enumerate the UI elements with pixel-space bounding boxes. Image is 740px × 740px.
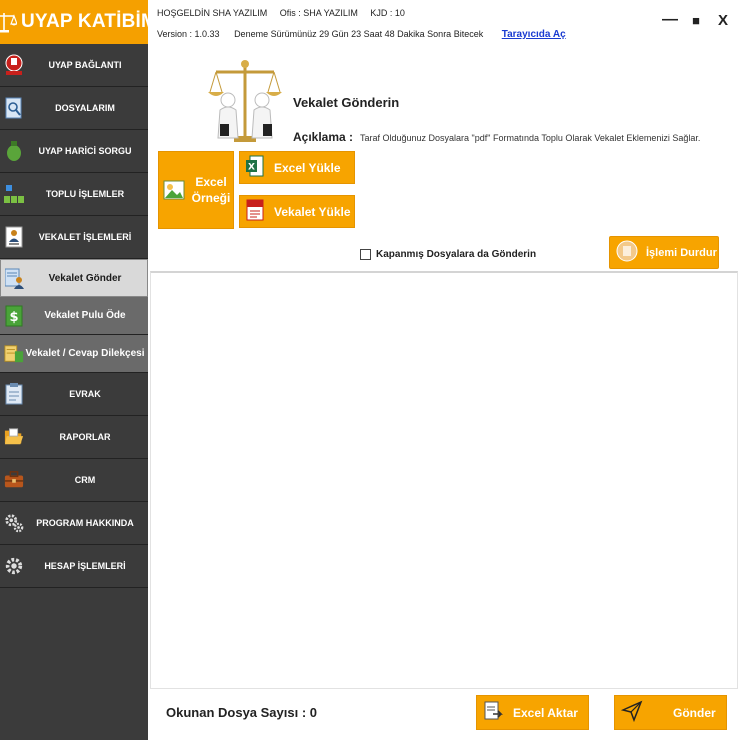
send-document-icon: [5, 267, 25, 289]
excel-upload-button[interactable]: X Excel Yükle: [239, 151, 355, 184]
main-panel: Vekalet Gönderin Açıklama : Taraf Olduğu…: [148, 44, 740, 740]
sidebar-item-uyap-harici-sorgu[interactable]: UYAP HARİCİ SORGU: [0, 130, 148, 173]
read-file-count: Okunan Dosya Sayısı : 0: [166, 705, 318, 720]
closed-files-checkbox[interactable]: [360, 249, 371, 260]
scale-logo-icon: [0, 13, 17, 33]
sidebar-item-program-hakkinda[interactable]: PROGRAM HAKKINDA: [0, 502, 148, 545]
lawyers-scale-illustration: [208, 60, 282, 142]
sidebar-item-vekalet-islemleri[interactable]: VEKALET İŞLEMLERİ: [0, 216, 148, 259]
sidebar-item-evrak[interactable]: EVRAK: [0, 373, 148, 416]
sidebar-item-crm[interactable]: CRM: [0, 459, 148, 502]
closed-files-option[interactable]: Kapanmış Dosyalara da Gönderin: [360, 249, 536, 260]
description-text: Taraf Olduğunuz Dosyalara "pdf" Formatın…: [360, 133, 701, 143]
image-icon: [163, 180, 185, 203]
money-icon: $: [4, 305, 24, 327]
sidebar-item-dosyalarim[interactable]: DOSYALARIM: [0, 87, 148, 130]
logo-text: UYAP KATİBİM: [20, 11, 158, 32]
petition-icon: [4, 343, 24, 365]
folder-search-icon: [4, 97, 24, 119]
sidebar-item-raporlar[interactable]: RAPORLAR: [0, 416, 148, 459]
office-text: Ofis : SHA YAZILIM: [279, 8, 358, 18]
excel-sample-label-line1: Excel: [195, 175, 227, 189]
sidebar: UYAP BAĞLANTI DOSYALARIM UYAP HARİCİ SOR…: [0, 44, 148, 740]
uyap-logo-icon: [4, 54, 24, 76]
send-button[interactable]: Gönder: [614, 695, 727, 730]
export-icon: [483, 700, 503, 725]
svg-text:X: X: [248, 163, 255, 173]
version-info: Version : 1.0.33 Deneme Sürümünüz 29 Gün…: [157, 29, 566, 40]
paper-plane-icon: [620, 700, 643, 725]
person-document-icon: [4, 226, 24, 248]
open-folder-icon: [4, 426, 24, 448]
maximize-button[interactable]: ■: [686, 8, 706, 32]
excel-file-icon: X: [246, 155, 264, 180]
minimize-button[interactable]: —: [660, 8, 680, 32]
gears-icon: [4, 512, 24, 534]
gear-icon: [4, 555, 24, 577]
title-bar: UYAP KATİBİM HOŞGELDİN SHA YAZILIM Ofis …: [0, 0, 740, 44]
kid-text: KJD : 10: [370, 8, 405, 18]
results-list[interactable]: [150, 271, 738, 689]
closed-files-label: Kapanmış Dosyalara da Gönderin: [376, 249, 537, 260]
version-text: Version : 1.0.33: [157, 29, 220, 39]
vekalet-upload-button[interactable]: Vekalet Yükle: [239, 195, 355, 228]
sidebar-item-vekalet-cevap-dilekcesi[interactable]: Vekalet / Cevap Dilekçesi: [0, 335, 148, 373]
trial-text: Deneme Sürümünüz 29 Gün 23 Saat 48 Dakik…: [234, 29, 484, 39]
footer-bar: Okunan Dosya Sayısı : 0 Excel Aktar Gönd…: [148, 689, 740, 740]
excel-export-button[interactable]: Excel Aktar: [476, 695, 589, 730]
close-button[interactable]: X: [713, 8, 733, 32]
excel-sample-label-line2: Örneği: [191, 191, 231, 205]
sidebar-item-toplu-islemler[interactable]: TOPLU İŞLEMLER: [0, 173, 148, 216]
session-info: HOŞGELDİN SHA YAZILIM Ofis : SHA YAZILIM…: [157, 8, 415, 18]
app-logo: UYAP KATİBİM: [0, 0, 157, 44]
clipboard-icon: [4, 383, 24, 405]
svg-text:$: $: [9, 310, 18, 325]
description-label: Açıklama :: [293, 130, 354, 144]
blocks-icon: [4, 183, 24, 205]
stop-process-button[interactable]: İşlemi Durdur: [609, 236, 719, 269]
open-in-browser-link[interactable]: Tarayıcıda Aç: [502, 29, 566, 40]
sidebar-item-hesap-islemleri[interactable]: HESAP İŞLEMLERİ: [0, 545, 148, 588]
excel-sample-button[interactable]: Excel Örneği: [158, 151, 234, 229]
pdf-file-icon: [246, 199, 264, 224]
sidebar-item-vekalet-pulu-ode[interactable]: $ Vekalet Pulu Öde: [0, 297, 148, 335]
page-title: Vekalet Gönderin: [293, 95, 400, 110]
sidebar-item-vekalet-gonder[interactable]: Vekalet Gönder: [0, 259, 148, 297]
welcome-text: HOŞGELDİN SHA YAZILIM: [157, 8, 268, 18]
bottle-icon: [4, 140, 24, 162]
sidebar-item-uyap-baglanti[interactable]: UYAP BAĞLANTI: [0, 44, 148, 87]
briefcase-icon: [4, 469, 24, 491]
stop-icon: [616, 240, 638, 265]
